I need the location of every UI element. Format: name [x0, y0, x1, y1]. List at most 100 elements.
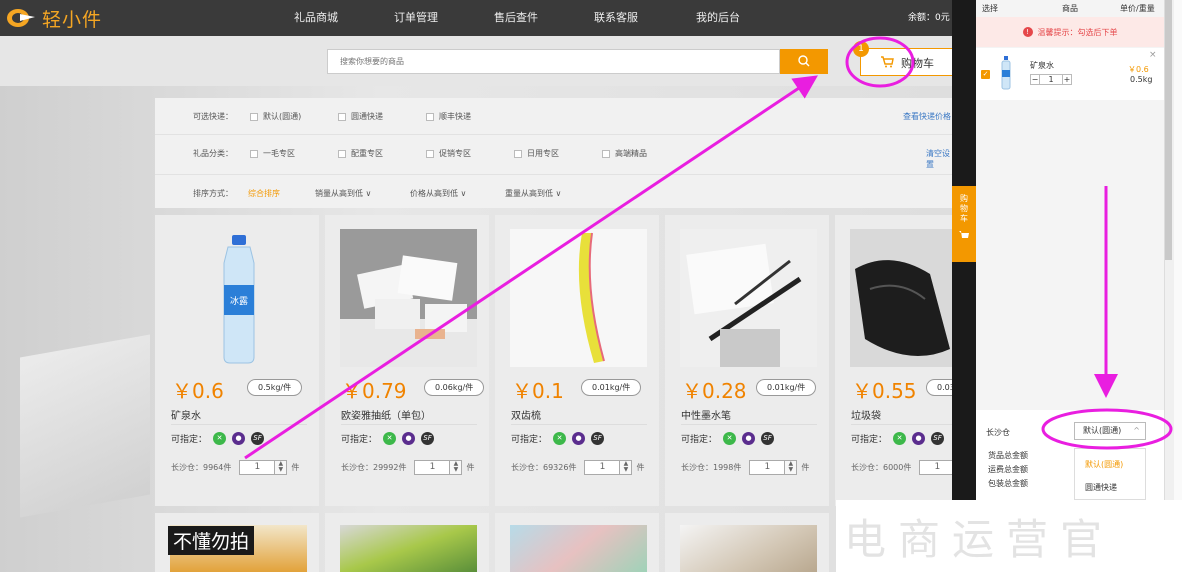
- product-card[interactable]: ￥0.1 0.01kg/件 双齿梳 可指定： ✕ ● SF 长沙仓：69326件 1…: [495, 215, 659, 506]
- sort-row: 排序方式： 综合排序 销量从高到低 ∨ 价格从高到低 ∨ 重量从高到低 ∨: [155, 174, 952, 210]
- sort-option-default[interactable]: 综合排序: [248, 188, 280, 199]
- sort-option-price[interactable]: 价格从高到低 ∨: [410, 188, 466, 199]
- plus-button[interactable]: +: [1062, 74, 1072, 85]
- product-image-comb[interactable]: [510, 229, 647, 367]
- express-option-label: 顺丰快递: [439, 112, 471, 121]
- stock-text: 长沙仓：29992件: [341, 463, 407, 472]
- chevron-up-icon: ^: [1133, 426, 1140, 435]
- zto-icon[interactable]: ✕: [893, 432, 907, 445]
- product-card[interactable]: [325, 513, 489, 572]
- product-image[interactable]: [680, 525, 817, 572]
- express-option[interactable]: 顺丰快递: [426, 111, 471, 122]
- product-card[interactable]: [665, 513, 829, 572]
- yto-icon[interactable]: ●: [572, 432, 586, 445]
- product-image-pen[interactable]: [680, 229, 817, 367]
- minus-button[interactable]: −: [1030, 74, 1040, 85]
- product-card[interactable]: ￥0.79 0.06kg/件 欧姿雅抽纸（单包） 可指定： ✕ ● SF 长沙仓：2…: [325, 215, 489, 506]
- product-name[interactable]: 双齿梳: [511, 407, 541, 422]
- item-quantity[interactable]: 1: [1040, 74, 1062, 85]
- dropdown-option-default[interactable]: 默认(圆通): [1075, 449, 1145, 470]
- divider: [851, 424, 952, 425]
- yto-icon[interactable]: ●: [912, 432, 926, 445]
- zto-icon[interactable]: ✕: [723, 432, 737, 445]
- product-price: ￥0.6: [172, 379, 224, 403]
- category-option[interactable]: 一毛专区: [250, 148, 295, 159]
- checkbox[interactable]: [250, 112, 258, 121]
- sort-option-sales[interactable]: 销量从高到低 ∨: [315, 188, 371, 199]
- search-button[interactable]: [780, 49, 828, 74]
- checkbox[interactable]: [602, 149, 610, 158]
- product-image-tissue[interactable]: [340, 229, 477, 367]
- quantity-stepper[interactable]: ▲ ▼: [620, 460, 633, 475]
- cart-warning: ! 温馨提示：勾选后下单: [976, 17, 1164, 47]
- category-option-label: 促销专区: [439, 149, 471, 158]
- express-option[interactable]: 圆通快递: [338, 111, 383, 122]
- category-option[interactable]: 日用专区: [514, 148, 559, 159]
- search-input[interactable]: [327, 49, 780, 74]
- express-option[interactable]: 默认(圆通): [250, 111, 301, 122]
- sort-option-weight[interactable]: 重量从高到低 ∨: [505, 188, 561, 199]
- sf-icon[interactable]: SF: [761, 432, 775, 445]
- remove-item-icon[interactable]: ×: [1149, 50, 1157, 60]
- checkbox[interactable]: [338, 112, 346, 121]
- zto-icon[interactable]: ✕: [383, 432, 397, 445]
- sf-icon[interactable]: SF: [591, 432, 605, 445]
- category-option[interactable]: 高端精品: [602, 148, 647, 159]
- quantity-input[interactable]: 1: [239, 460, 276, 475]
- checkbox[interactable]: [514, 149, 522, 158]
- quantity-stepper[interactable]: ▲ ▼: [275, 460, 288, 475]
- category-option[interactable]: 促销专区: [426, 148, 471, 159]
- nav-item-gift-mall[interactable]: 礼品商城: [294, 0, 338, 36]
- nav-item-after-sales[interactable]: 售后查件: [494, 0, 538, 36]
- quantity-input[interactable]: 1: [584, 460, 621, 475]
- checkbox[interactable]: [250, 149, 258, 158]
- zto-icon[interactable]: ✕: [553, 432, 567, 445]
- product-card[interactable]: 冰露 ￥0.6 0.5kg/件 矿泉水 可指定： ✕ ● SF 长沙仓：9964件 …: [155, 215, 319, 506]
- product-name[interactable]: 垃圾袋: [851, 407, 881, 422]
- quantity-stepper[interactable]: ▲ ▼: [785, 460, 798, 475]
- scrollbar-thumb[interactable]: [1165, 0, 1172, 260]
- product-image-trash-bag[interactable]: [850, 229, 952, 367]
- quantity-stepper[interactable]: ▲ ▼: [450, 460, 463, 475]
- zto-icon[interactable]: ✕: [213, 432, 227, 445]
- quantity-input[interactable]: 1: [919, 460, 952, 475]
- category-option-label: 日用专区: [527, 149, 559, 158]
- nav-item-contact[interactable]: 联系客服: [594, 0, 638, 36]
- yto-icon[interactable]: ●: [742, 432, 756, 445]
- product-name[interactable]: 欧姿雅抽纸（单包）: [341, 407, 431, 422]
- quantity-input[interactable]: 1: [749, 460, 786, 475]
- cart-button[interactable]: 购物车: [860, 48, 952, 76]
- product-image[interactable]: [510, 525, 647, 572]
- checkbox[interactable]: [338, 149, 346, 158]
- product-name[interactable]: 中性墨水笔: [681, 407, 731, 422]
- product-card[interactable]: ￥0.55 0.03 垃圾袋 可指定： ✕ ● SF 长沙仓：6000件 1: [835, 215, 952, 506]
- nav-item-orders[interactable]: 订单管理: [394, 0, 438, 36]
- product-card[interactable]: [495, 513, 659, 572]
- quantity-input[interactable]: 1: [414, 460, 451, 475]
- nav-item-dashboard[interactable]: 我的后台: [696, 0, 740, 36]
- category-option[interactable]: 配重专区: [338, 148, 383, 159]
- product-weight-badge: 0.06kg/件: [424, 379, 485, 396]
- sf-icon[interactable]: SF: [421, 432, 435, 445]
- sf-icon[interactable]: SF: [251, 432, 265, 445]
- product-card[interactable]: ￥0.28 0.01kg/件 中性墨水笔 可指定： ✕ ● SF 长沙仓：1998件…: [665, 215, 829, 506]
- sf-icon[interactable]: SF: [931, 432, 945, 445]
- checkbox[interactable]: [426, 112, 434, 121]
- express-filter-row: 可选快递： 默认(圆通) 圆通快递 顺丰快递 查看快递价格: [155, 98, 952, 134]
- express-price-link[interactable]: 查看快递价格: [903, 111, 951, 122]
- item-checkbox[interactable]: ✓: [981, 70, 990, 79]
- yto-icon[interactable]: ●: [232, 432, 246, 445]
- product-image[interactable]: [340, 525, 477, 572]
- top-nav: 轻小件 礼品商城 订单管理 售后查件 联系客服 我的后台 余额：0元: [0, 0, 952, 36]
- carrier-label: 可指定：: [171, 435, 208, 445]
- clear-settings-link[interactable]: 清空设置: [926, 148, 952, 170]
- item-quantity-stepper[interactable]: − 1 +: [1030, 74, 1072, 85]
- logo[interactable]: 轻小件: [6, 5, 102, 31]
- express-select[interactable]: 默认(圆通) ^: [1074, 422, 1146, 440]
- dropdown-option-yto[interactable]: 圆通快递: [1075, 470, 1145, 493]
- side-cart-tab[interactable]: 购物车: [952, 186, 976, 262]
- product-image-water[interactable]: 冰露: [170, 229, 307, 367]
- checkbox[interactable]: [426, 149, 434, 158]
- yto-icon[interactable]: ●: [402, 432, 416, 445]
- product-name[interactable]: 矿泉水: [171, 407, 201, 422]
